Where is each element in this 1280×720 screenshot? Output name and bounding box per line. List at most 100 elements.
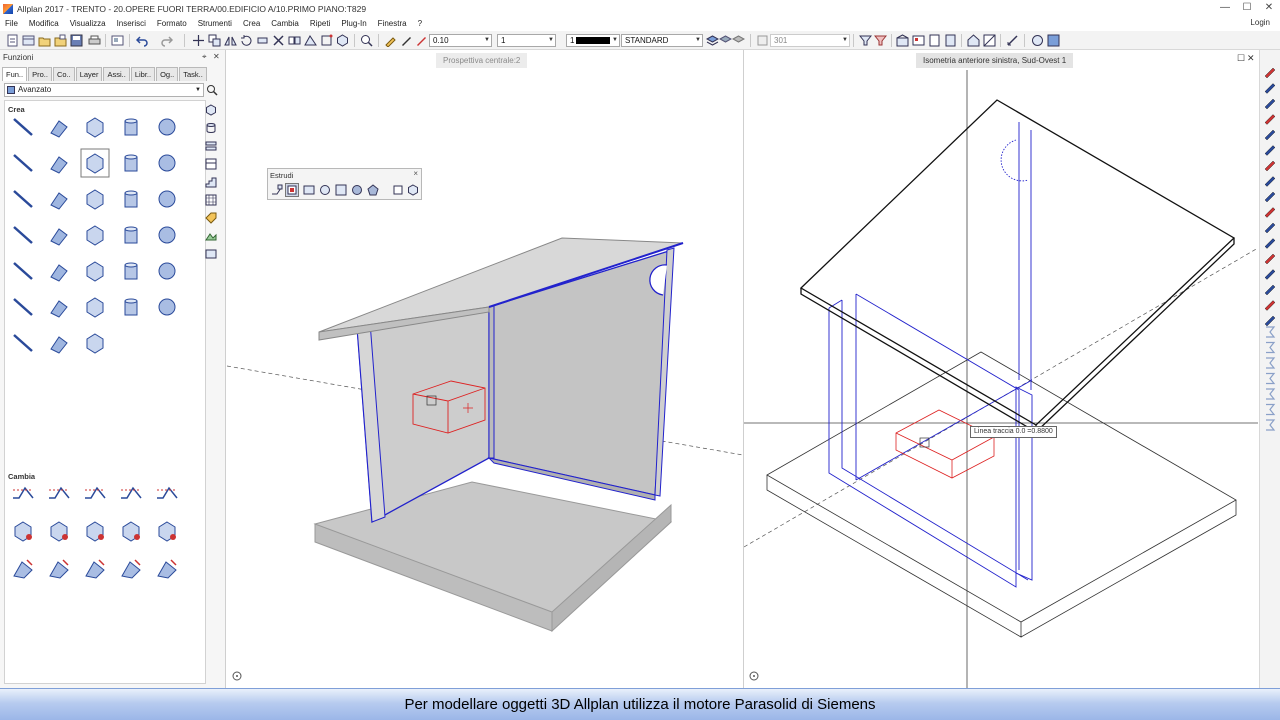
cube-icon[interactable] bbox=[407, 184, 419, 196]
hatch-cut-icon[interactable] bbox=[83, 259, 107, 283]
line-3d-icon[interactable] bbox=[11, 115, 35, 139]
layer-icon[interactable] bbox=[1264, 191, 1276, 203]
cube-icon[interactable] bbox=[205, 104, 217, 116]
label-icon[interactable] bbox=[1264, 269, 1276, 280]
pencil-icon[interactable] bbox=[415, 34, 428, 47]
pen-settings-icon[interactable] bbox=[1264, 253, 1276, 265]
stairs-icon[interactable] bbox=[83, 187, 107, 211]
slab-icon[interactable] bbox=[47, 115, 71, 139]
project-icon[interactable] bbox=[22, 34, 35, 47]
sigma-icon[interactable] bbox=[1266, 372, 1276, 385]
render-icon[interactable] bbox=[1047, 34, 1060, 47]
menu-formato[interactable]: Formato bbox=[157, 19, 193, 28]
animation-icon[interactable] bbox=[1031, 34, 1044, 47]
house-icon[interactable] bbox=[967, 34, 980, 47]
edit-solid-icon[interactable] bbox=[83, 519, 107, 543]
format-properties-icon[interactable] bbox=[384, 34, 397, 47]
plan-icon[interactable] bbox=[944, 34, 957, 47]
pencil-icon[interactable] bbox=[1264, 67, 1276, 79]
perpendicular-icon[interactable] bbox=[119, 259, 143, 283]
rotate-icon[interactable] bbox=[240, 34, 253, 47]
tab-layer[interactable]: Layer bbox=[75, 67, 103, 81]
pattern-icon[interactable] bbox=[1264, 222, 1276, 234]
surface-icon[interactable] bbox=[47, 556, 71, 580]
menu-strumenti[interactable]: Strumenti bbox=[198, 19, 238, 28]
extrude-icon[interactable] bbox=[80, 148, 110, 178]
modify-points-icon[interactable] bbox=[320, 34, 333, 47]
book-icon[interactable] bbox=[119, 187, 143, 211]
print-icon[interactable] bbox=[88, 34, 101, 47]
tab-tasks[interactable]: Task.. bbox=[179, 67, 207, 81]
diamond-icon[interactable] bbox=[83, 295, 107, 319]
wedge-icon[interactable] bbox=[47, 187, 71, 211]
sphere-icon[interactable] bbox=[351, 184, 363, 196]
split-icon[interactable] bbox=[119, 223, 143, 247]
move-face-icon[interactable] bbox=[155, 519, 179, 543]
sum-icon[interactable] bbox=[1266, 403, 1276, 416]
login-button[interactable]: Login bbox=[1250, 18, 1270, 27]
layers-icon[interactable] bbox=[205, 140, 217, 152]
navigation-icon[interactable] bbox=[748, 670, 760, 682]
module-select[interactable]: Avanzato ▼ bbox=[4, 83, 204, 97]
minimize-button[interactable]: — bbox=[1214, 0, 1236, 17]
pen-icon[interactable] bbox=[1264, 114, 1276, 125]
stairs-icon[interactable] bbox=[205, 176, 217, 188]
viewport-perspective[interactable]: Prospettiva centrale:2 bbox=[227, 50, 743, 688]
menu-plugin[interactable]: Plug-In bbox=[341, 19, 372, 28]
open-icon[interactable] bbox=[38, 34, 51, 47]
revolve-icon[interactable] bbox=[319, 184, 331, 196]
menu-file[interactable]: File bbox=[5, 19, 24, 28]
y-axis-icon[interactable] bbox=[1266, 419, 1276, 431]
drawing-file-select[interactable]: 301 ▼ bbox=[770, 34, 850, 47]
break-line-icon[interactable] bbox=[119, 482, 143, 506]
pen-thickness-select[interactable]: 0.10 ▼ bbox=[429, 34, 492, 47]
open-project-icon[interactable] bbox=[54, 34, 67, 47]
undo-icon[interactable] bbox=[136, 34, 149, 47]
tab-objects[interactable]: Og.. bbox=[156, 67, 179, 81]
navigation-icon[interactable] bbox=[231, 670, 243, 682]
delete-icon[interactable] bbox=[272, 34, 285, 47]
cylinder-icon[interactable] bbox=[119, 115, 143, 139]
color-select[interactable]: 1 ▼ bbox=[566, 34, 620, 47]
hatch-icon[interactable] bbox=[83, 556, 107, 580]
drawing-file-icon[interactable] bbox=[756, 34, 769, 47]
pin-icon[interactable]: ⌖ bbox=[202, 52, 207, 62]
cylinder-icon[interactable] bbox=[205, 122, 217, 134]
tab-assistant[interactable]: Assi.. bbox=[103, 67, 130, 81]
stack-icon[interactable] bbox=[1264, 284, 1276, 296]
polyhedron-icon[interactable] bbox=[367, 184, 379, 196]
slice-icon[interactable] bbox=[119, 556, 143, 580]
frustum-icon[interactable] bbox=[11, 187, 35, 211]
loft-icon[interactable] bbox=[335, 184, 347, 196]
menu-finestra[interactable]: Finestra bbox=[378, 19, 413, 28]
connect-icon[interactable] bbox=[11, 331, 35, 355]
menu-cambia[interactable]: Cambia bbox=[271, 19, 305, 28]
extrude-along-path-icon[interactable] bbox=[271, 184, 283, 196]
modify-icon[interactable] bbox=[1266, 326, 1276, 338]
split-solid-icon[interactable] bbox=[47, 331, 71, 355]
intersect-icon[interactable] bbox=[83, 223, 107, 247]
frame-icon[interactable] bbox=[47, 295, 71, 319]
box-icon[interactable] bbox=[83, 115, 107, 139]
close-window-button[interactable]: ✕ bbox=[1258, 0, 1280, 17]
copy-icon[interactable] bbox=[1264, 176, 1276, 187]
redo-icon[interactable] bbox=[160, 34, 173, 47]
tag-icon[interactable] bbox=[205, 212, 217, 224]
convert-2d-icon[interactable] bbox=[11, 556, 35, 580]
tab-properties[interactable]: Pro.. bbox=[28, 67, 52, 81]
copy-solid-icon[interactable] bbox=[155, 223, 179, 247]
move-icon[interactable] bbox=[192, 34, 205, 47]
building-structure-icon[interactable] bbox=[896, 34, 909, 47]
trim-icon[interactable] bbox=[155, 482, 179, 506]
filter-icon[interactable] bbox=[859, 34, 872, 47]
close-panel-icon[interactable]: ✕ bbox=[213, 52, 220, 61]
pyramid-icon[interactable] bbox=[11, 151, 35, 175]
convert-3d-icon[interactable] bbox=[155, 556, 179, 580]
box-stack-icon[interactable] bbox=[155, 187, 179, 211]
text-icon[interactable] bbox=[1264, 145, 1276, 156]
image-icon[interactable] bbox=[205, 248, 217, 260]
cone-icon[interactable] bbox=[155, 151, 179, 175]
dimension-icon[interactable] bbox=[1264, 129, 1276, 141]
delete-icon[interactable] bbox=[1264, 315, 1276, 327]
menu-help[interactable]: ? bbox=[418, 19, 428, 28]
